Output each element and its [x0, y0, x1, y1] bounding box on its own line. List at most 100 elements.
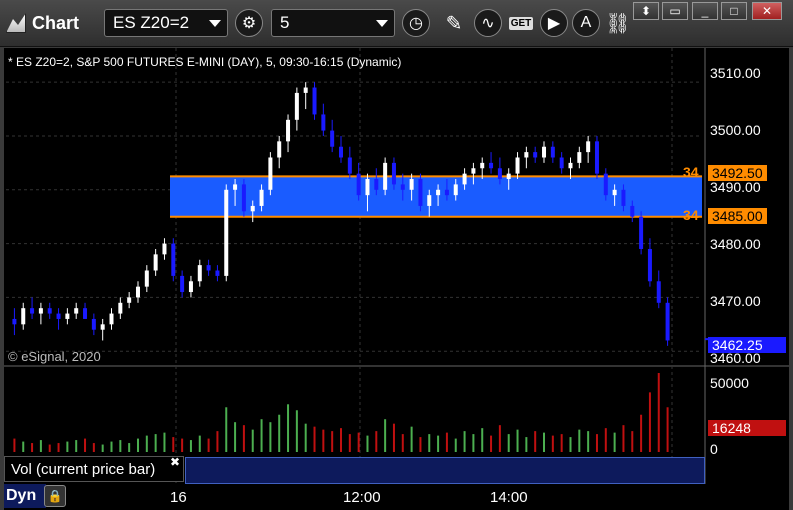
- chevron-down-icon[interactable]: [209, 20, 221, 27]
- candle-body: [277, 141, 282, 158]
- alert-icon[interactable]: A: [572, 9, 600, 37]
- candle-body: [286, 119, 291, 142]
- restore-button[interactable]: ▭: [662, 2, 688, 20]
- candle-body: [171, 243, 176, 276]
- candle-body: [268, 157, 273, 190]
- price-tick: 3500.00: [710, 122, 761, 138]
- candle-body: [153, 254, 158, 271]
- minimize-button[interactable]: _: [692, 2, 718, 20]
- study-icon[interactable]: ∿: [474, 9, 502, 37]
- candle-body: [568, 162, 573, 169]
- candle-body: [180, 275, 185, 293]
- chart-area[interactable]: * ES Z20=2, S&P 500 FUTURES E-MINI (DAY)…: [4, 48, 789, 510]
- dynamic-mode-label[interactable]: Dyn: [4, 484, 46, 508]
- lock-icon[interactable]: 🔒: [44, 485, 66, 507]
- candle-body: [621, 189, 626, 206]
- candle-body: [65, 313, 70, 319]
- candle-body: [409, 179, 414, 190]
- candle-body: [259, 189, 264, 206]
- link-icon[interactable]: ⛓: [604, 9, 632, 37]
- current-volume-tag: 16248: [708, 420, 786, 436]
- candle-body: [83, 308, 88, 319]
- candle-body: [347, 157, 352, 174]
- play-icon[interactable]: ▶: [540, 9, 568, 37]
- time-label: 12:00: [343, 489, 381, 506]
- interval-value: 5: [280, 13, 290, 32]
- candle-body: [303, 87, 308, 93]
- candle-body: [339, 146, 343, 158]
- candle-body: [144, 270, 149, 287]
- window-title-text: Chart: [32, 12, 80, 33]
- clock-icon[interactable]: ◷: [402, 9, 430, 37]
- candle-body: [224, 189, 229, 276]
- candle-body: [559, 157, 564, 169]
- candle-body: [12, 318, 17, 325]
- chart-canvas[interactable]: [4, 48, 789, 510]
- candle-body: [453, 184, 458, 196]
- candle-body: [665, 302, 670, 341]
- candle-body: [38, 308, 43, 314]
- candle-body: [197, 265, 202, 282]
- candle-body: [612, 189, 617, 196]
- candle-body: [656, 281, 661, 303]
- candle-body: [462, 173, 467, 185]
- candle-body: [374, 179, 379, 190]
- candle-body: [135, 286, 140, 298]
- candle-body: [524, 152, 529, 158]
- chevron-down-icon[interactable]: [376, 20, 388, 27]
- candle-body: [400, 184, 405, 190]
- symbol-combo[interactable]: ES Z20=2: [104, 9, 228, 37]
- candle-body: [188, 281, 193, 293]
- candle-body: [109, 313, 114, 325]
- price-tick: 3480.00: [710, 236, 761, 252]
- pin-button[interactable]: ⬍: [633, 2, 659, 20]
- price-tick: 3470.00: [710, 293, 761, 309]
- candle-body: [489, 162, 494, 169]
- candle-body: [365, 179, 370, 196]
- zone-bottom-edge-label: 34: [683, 207, 699, 223]
- get-icon[interactable]: GET: [506, 9, 536, 37]
- candle-body: [206, 265, 211, 271]
- candle-body: [162, 243, 167, 255]
- candle-body: [250, 205, 255, 212]
- volume-tick: 0: [710, 441, 718, 457]
- candle-body: [91, 318, 96, 330]
- candle-body: [215, 270, 220, 276]
- interval-combo[interactable]: 5: [271, 9, 395, 37]
- candle-body: [30, 308, 35, 314]
- candle-body: [506, 173, 511, 180]
- candle-body: [356, 173, 361, 196]
- candle-body: [480, 162, 485, 169]
- candle-body: [47, 308, 52, 314]
- zone-top-price-tag: 3492.50: [708, 165, 767, 181]
- close-icon[interactable]: ✖: [170, 455, 180, 469]
- candle-body: [550, 146, 555, 158]
- price-tick: 3490.00: [710, 179, 761, 195]
- candle-body: [630, 205, 635, 217]
- candle-body: [330, 130, 335, 147]
- candle-body: [594, 141, 599, 174]
- candle-body: [391, 162, 396, 185]
- price-tick: 3510.00: [710, 65, 761, 81]
- symbol-value: ES Z20=2: [113, 13, 190, 32]
- candle-body: [471, 168, 476, 174]
- candle-body: [312, 87, 317, 115]
- candle-body: [118, 302, 123, 314]
- candle-body: [515, 157, 520, 174]
- candle-body: [577, 152, 582, 163]
- zone-bottom-price-tag: 3485.00: [708, 208, 767, 224]
- gear-icon[interactable]: ⚙: [235, 9, 263, 37]
- volume-study-panel: [185, 457, 705, 484]
- candle-body: [56, 313, 61, 319]
- candle-body: [639, 216, 644, 249]
- current-price-tag: 3462.25: [708, 337, 786, 353]
- candle-body: [294, 92, 299, 120]
- candle-body: [233, 184, 238, 190]
- candle-body: [603, 173, 608, 196]
- candle-body: [100, 324, 105, 330]
- maximize-button[interactable]: □: [721, 2, 747, 20]
- copyright-label: © eSignal, 2020: [8, 349, 101, 364]
- pencil-icon[interactable]: ✎: [440, 9, 468, 37]
- close-button[interactable]: ✕: [752, 2, 782, 20]
- time-label: 14:00: [490, 489, 528, 506]
